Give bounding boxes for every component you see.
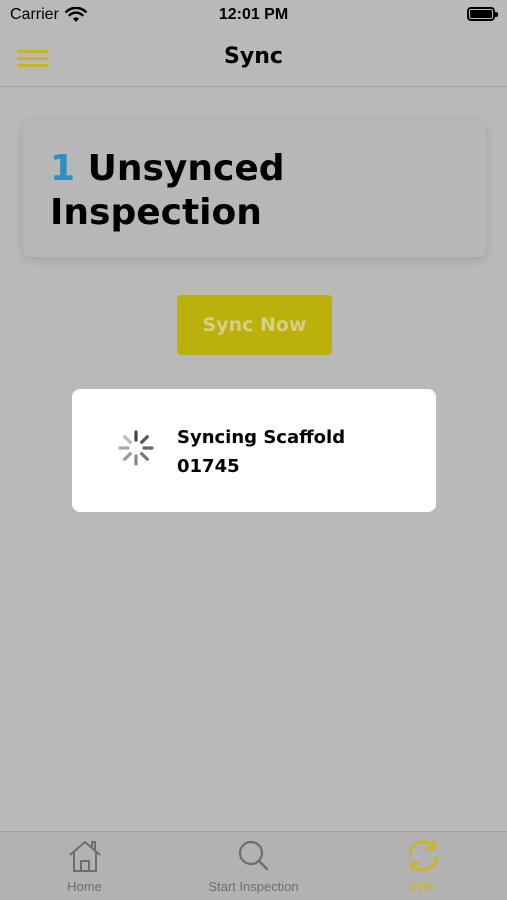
spinner-icon <box>118 430 154 466</box>
syncing-dialog: Syncing Scaffold 01745 <box>72 389 436 512</box>
tab-sync-label: Sync <box>408 879 437 894</box>
unsynced-heading: 1 Unsynced Inspection <box>50 147 380 235</box>
home-icon <box>68 841 101 872</box>
tab-sync[interactable]: Sync <box>338 832 507 900</box>
tab-bar: Home Start Inspection Sync <box>0 831 507 900</box>
tab-home[interactable]: Home <box>0 832 169 900</box>
syncing-message: Syncing Scaffold 01745 <box>177 427 346 477</box>
tab-home-label: Home <box>67 879 102 894</box>
unsynced-label: Unsynced Inspection <box>50 148 285 233</box>
status-time: 12:01 PM <box>218 6 289 23</box>
tab-start-inspection[interactable]: Start Inspection <box>169 832 338 900</box>
sync-icon <box>408 840 437 872</box>
nav-bar: Sync <box>0 30 507 87</box>
sync-now-button[interactable]: Sync Now <box>177 295 332 355</box>
unsynced-card: 1 Unsynced Inspection <box>23 120 486 257</box>
unsynced-count: 1 <box>50 148 76 189</box>
status-bar: Carrier 12:01 PM <box>0 0 507 30</box>
search-icon <box>238 840 268 871</box>
page-title: Sync <box>224 44 283 69</box>
battery-icon <box>467 7 498 21</box>
tab-start-inspection-label: Start Inspection <box>208 879 299 894</box>
